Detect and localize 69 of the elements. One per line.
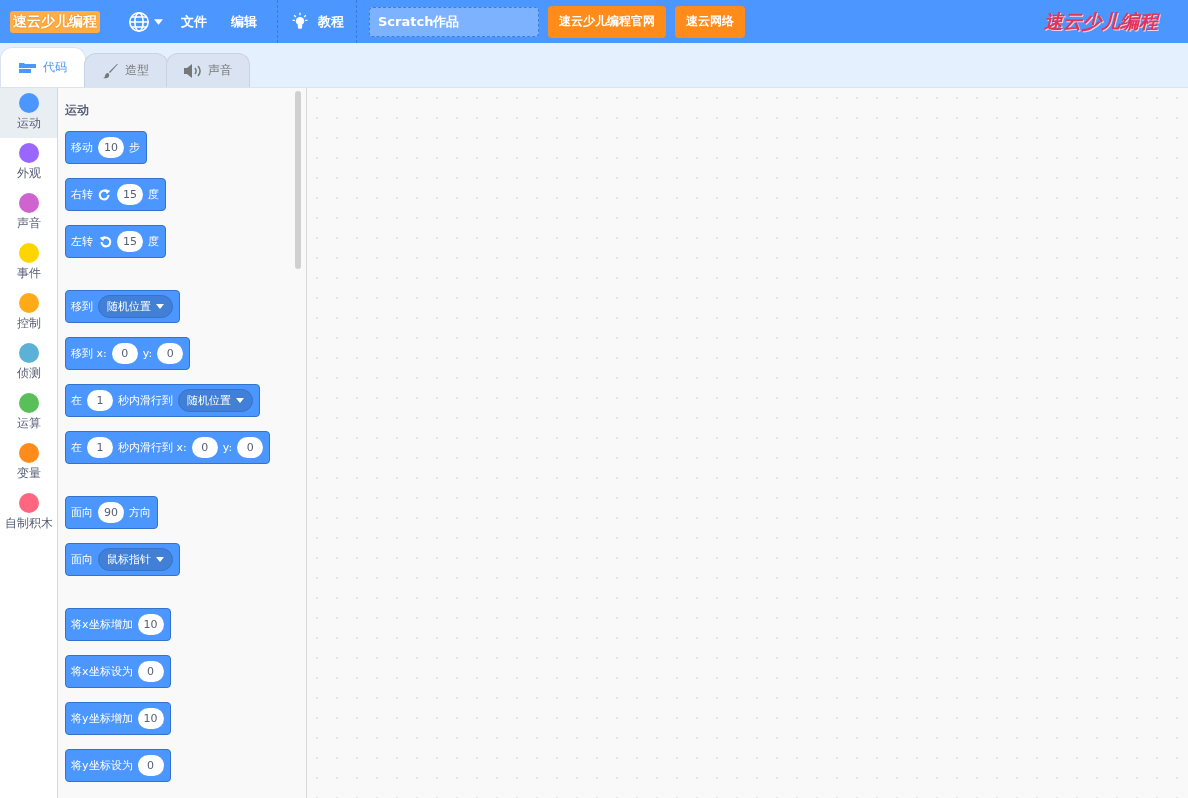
block-label: y: (222, 441, 233, 454)
block-label: 在 (71, 440, 82, 455)
block-label: 面向 (71, 505, 93, 520)
rotate-counterclockwise-icon (98, 234, 112, 249)
block-label: 左转 (71, 234, 93, 249)
category-heading: 运动 (65, 102, 90, 119)
number-input[interactable]: 1 (87, 437, 113, 458)
block-label: 秒内滑行到 x: (118, 440, 187, 455)
dropdown-menu[interactable]: 随机位置 (178, 389, 253, 412)
motion-block[interactable]: 面向 90 方向 (65, 496, 158, 529)
tab[interactable]: 造型 (84, 53, 168, 87)
motion-block[interactable]: 将x坐标增加 10 (65, 608, 171, 641)
motion-block[interactable]: 将x坐标设为 0 (65, 655, 171, 688)
block-label: 度 (148, 234, 159, 249)
brand-logo: 速云少儿编程 (1044, 8, 1158, 34)
motion-block[interactable]: 移到 x: 0 y: 0 (65, 337, 191, 370)
block-label: 度 (148, 187, 159, 202)
motion-block[interactable]: 左转 15 度 (65, 225, 166, 258)
motion-block[interactable]: 在 1 秒内滑行到 x: 0 y: 0 (65, 431, 271, 464)
block-label: 将y坐标增加 (71, 711, 133, 726)
number-input[interactable]: 0 (157, 343, 184, 364)
caret-icon (156, 557, 164, 562)
globe-icon (128, 10, 150, 33)
tab[interactable]: 声音 (166, 53, 250, 87)
brush-icon (103, 62, 119, 79)
motion-block[interactable]: 移到 随机位置 (65, 290, 180, 323)
lightbulb-icon (290, 11, 310, 32)
motion-block[interactable]: 将y坐标设为 0 (65, 749, 171, 782)
code-blocks-icon (19, 61, 37, 74)
block-label: 秒内滑行到 (118, 393, 173, 408)
block-label: y: (142, 347, 153, 360)
number-input[interactable]: 0 (191, 437, 218, 458)
number-input[interactable]: 10 (137, 614, 164, 635)
category-item[interactable]: 运动 (0, 88, 57, 138)
number-input[interactable]: 15 (117, 184, 143, 205)
speaker-icon (184, 63, 202, 78)
number-input[interactable]: 0 (237, 437, 264, 458)
number-input[interactable]: 10 (137, 708, 164, 729)
number-input[interactable]: 90 (98, 502, 124, 523)
number-input[interactable]: 10 (98, 137, 124, 158)
block-label: 方向 (129, 505, 151, 520)
motion-block[interactable]: 右转 15 度 (65, 178, 166, 211)
motion-block[interactable]: 在 1 秒内滑行到 随机位置 (65, 384, 260, 417)
block-label: 将x坐标设为 (71, 664, 133, 679)
dropdown-menu[interactable]: 鼠标指针 (98, 548, 173, 571)
block-label: 移到 (71, 299, 93, 314)
block-label: 将x坐标增加 (71, 617, 133, 632)
caret-icon (156, 304, 164, 309)
caret-icon (154, 18, 163, 25)
scrollbar[interactable] (295, 91, 301, 269)
motion-block[interactable]: 移动 10 步 (65, 131, 147, 164)
motion-block[interactable]: 将y坐标增加 10 (65, 702, 171, 735)
dropdown-menu[interactable]: 随机位置 (98, 295, 173, 318)
block-label: 移动 (71, 140, 93, 155)
block-label: 移到 x: (71, 346, 107, 361)
block-label: 右转 (71, 187, 93, 202)
block-label: 面向 (71, 552, 93, 567)
number-input[interactable]: 0 (137, 661, 164, 682)
block-label: 步 (129, 140, 140, 155)
motion-block[interactable]: 面向 鼠标指针 (65, 543, 180, 576)
number-input[interactable]: 0 (111, 343, 138, 364)
number-input[interactable]: 0 (137, 755, 164, 776)
block-label: 在 (71, 393, 82, 408)
caret-icon (236, 398, 244, 403)
block-label: 将y坐标设为 (71, 758, 133, 773)
number-input[interactable]: 1 (87, 390, 113, 411)
code-workspace[interactable] (307, 88, 1188, 798)
rotate-clockwise-icon (98, 187, 112, 202)
number-input[interactable]: 15 (117, 231, 143, 252)
